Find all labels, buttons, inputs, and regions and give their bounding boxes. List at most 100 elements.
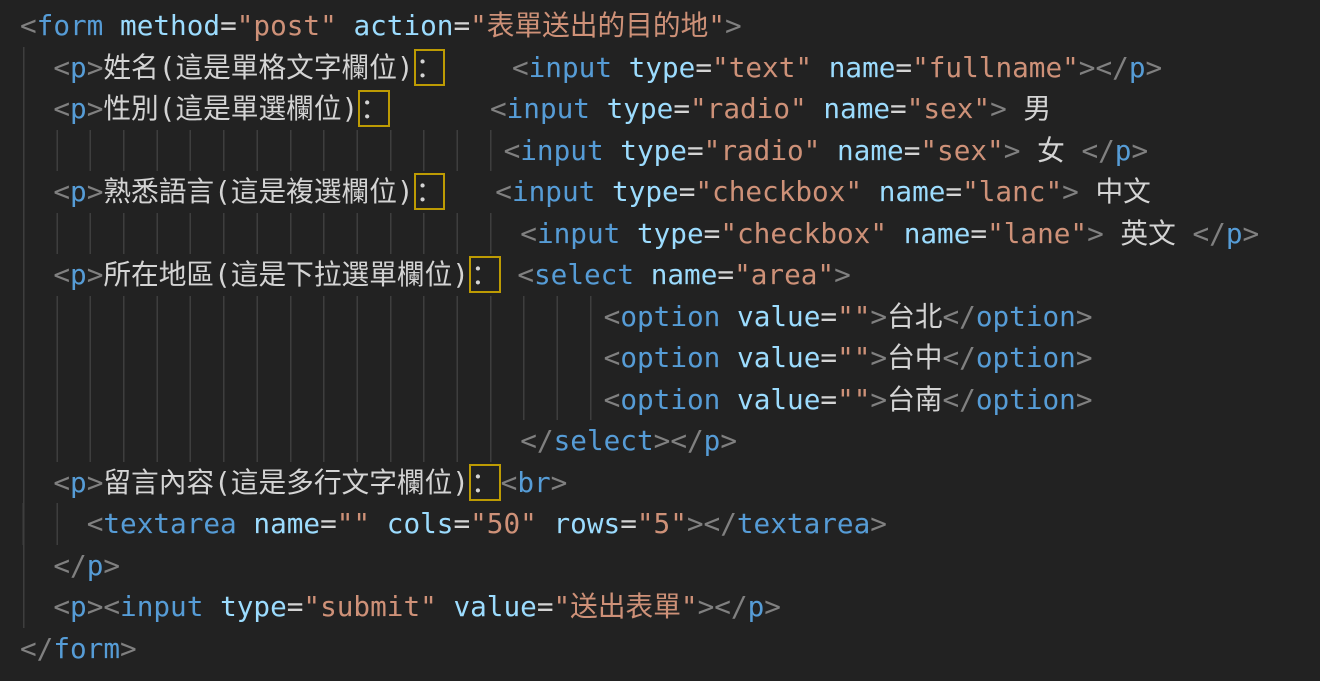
code-token: < — [103, 590, 120, 623]
code-editor[interactable]: <form method="post" action="表單送出的目的地"><p… — [0, 0, 1320, 681]
code-line: <p>性別(這是單選欄位)： <input type="radio" name=… — [20, 88, 1320, 130]
code-token: "radio" — [690, 92, 807, 125]
code-token: < — [53, 175, 70, 208]
code-token: > — [1087, 217, 1104, 250]
code-token: > — [120, 632, 137, 665]
code-token: = — [673, 92, 690, 125]
code-token: p — [1226, 217, 1243, 250]
code-line: </select></p> — [20, 420, 1320, 462]
code-token: = — [453, 507, 470, 540]
code-line: </p> — [20, 545, 1320, 587]
code-token: < — [53, 466, 70, 499]
code-token: > — [103, 549, 120, 582]
code-token: > — [870, 300, 887, 333]
code-token: p — [704, 424, 721, 457]
code-token: p — [1129, 51, 1146, 84]
code-token: value — [453, 590, 536, 623]
code-token: p — [87, 549, 104, 582]
code-token: option — [620, 300, 720, 333]
code-token: = — [695, 51, 712, 84]
code-token: type — [637, 217, 704, 250]
code-token: = — [679, 175, 696, 208]
code-token: type — [220, 590, 287, 623]
code-token: type — [612, 175, 679, 208]
code-token — [812, 51, 829, 84]
code-token — [612, 51, 629, 84]
code-token: name — [823, 92, 890, 125]
code-token: input — [512, 175, 595, 208]
indent-guides — [20, 586, 53, 628]
code-token: > — [1243, 217, 1260, 250]
code-token: "fullname" — [912, 51, 1079, 84]
code-token: "post" — [237, 9, 337, 42]
code-token: = — [820, 383, 837, 416]
code-token: </ — [1095, 51, 1128, 84]
code-token: action — [353, 9, 453, 42]
code-token: </ — [1192, 217, 1225, 250]
indent-guides — [20, 47, 53, 89]
code-token: > — [698, 590, 715, 623]
code-token: "submit" — [303, 590, 436, 623]
code-token: </ — [1081, 134, 1114, 167]
code-token: > — [834, 258, 851, 291]
code-token: 熟悉語言(這是複選欄位) — [103, 175, 413, 208]
code-token — [634, 258, 651, 291]
code-token: 留言內容(這是多行文字欄位) — [103, 466, 469, 499]
code-token: input — [507, 92, 590, 125]
code-token — [604, 134, 621, 167]
code-token: < — [53, 51, 70, 84]
code-token: name — [879, 175, 946, 208]
indent-guides — [20, 254, 53, 296]
code-token — [103, 9, 120, 42]
unicode-highlight-box: ： — [469, 464, 501, 501]
code-token — [445, 51, 512, 84]
code-token: option — [976, 300, 1076, 333]
code-token: < — [520, 217, 537, 250]
code-token: 中文 — [1079, 175, 1151, 208]
code-token: > — [1131, 134, 1148, 167]
code-token: > — [1076, 300, 1093, 333]
code-token — [437, 590, 454, 623]
code-token: p — [70, 590, 87, 623]
code-token: = — [704, 217, 721, 250]
code-token: form — [53, 632, 120, 665]
code-token: </ — [704, 507, 737, 540]
code-token — [237, 507, 254, 540]
code-token — [720, 300, 737, 333]
code-token: "sex" — [907, 92, 990, 125]
code-token: "表單送出的目的地" — [470, 9, 725, 42]
code-token: 性別(這是單選欄位) — [103, 92, 358, 125]
code-token — [887, 217, 904, 250]
code-token: = — [220, 9, 237, 42]
indent-guides — [20, 420, 520, 462]
code-token: "" — [337, 507, 370, 540]
code-token: select — [534, 258, 634, 291]
indent-guides — [20, 171, 53, 213]
code-token — [337, 9, 354, 42]
unicode-highlight-box: ： — [414, 49, 446, 86]
code-token: select — [554, 424, 654, 457]
code-token — [720, 341, 737, 374]
code-token: value — [737, 300, 820, 333]
unicode-highlight-box: ： — [414, 173, 446, 210]
code-token: < — [604, 383, 621, 416]
code-token: input — [537, 217, 620, 250]
code-token: value — [737, 383, 820, 416]
indent-guides — [20, 462, 53, 504]
code-token — [595, 175, 612, 208]
code-token: br — [517, 466, 550, 499]
code-token — [537, 507, 554, 540]
code-token: input — [520, 134, 603, 167]
code-token — [370, 507, 387, 540]
code-token — [590, 92, 607, 125]
code-token: form — [37, 9, 104, 42]
unicode-highlight-box: ： — [358, 90, 390, 127]
code-token — [720, 383, 737, 416]
indent-guides — [20, 296, 604, 338]
code-token: "sex" — [920, 134, 1003, 167]
code-token: > — [725, 9, 742, 42]
code-token: type — [620, 134, 687, 167]
indent-guides — [20, 213, 520, 255]
code-token: </ — [20, 632, 53, 665]
code-token: "" — [837, 383, 870, 416]
